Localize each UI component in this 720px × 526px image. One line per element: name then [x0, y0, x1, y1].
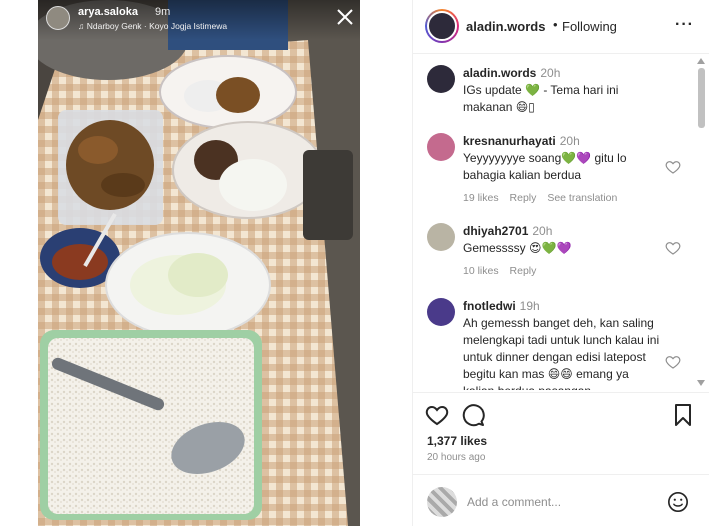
comment-input[interactable]	[467, 493, 647, 511]
comment-likes[interactable]: 19 likes	[463, 192, 499, 204]
comment-icon[interactable]	[461, 403, 485, 427]
story-username[interactable]: arya.saloka	[78, 6, 138, 18]
comment-text: Ah gemessh banget deh, kan saling meleng…	[463, 316, 660, 390]
avatar[interactable]	[427, 65, 455, 93]
following-button[interactable]: Following	[562, 19, 617, 34]
avatar[interactable]	[427, 298, 455, 326]
comment-meta: 19 likes Reply See translation	[463, 190, 663, 207]
comment-text: Gemessssy 😍💚💜	[463, 241, 572, 255]
heart-icon[interactable]	[665, 354, 681, 370]
scroll-thumb[interactable]	[698, 68, 705, 128]
comment-username[interactable]: fnotledwi	[463, 299, 516, 313]
scroll-down-icon[interactable]	[697, 380, 705, 386]
scrollbar[interactable]	[695, 58, 707, 388]
story-header: arya.saloka 9m ♫ Ndarboy Genk · Koyo Jog…	[38, 0, 360, 40]
avatar[interactable]	[427, 223, 455, 251]
comment-time: 20h	[559, 134, 580, 148]
reply-button[interactable]: Reply	[510, 192, 537, 204]
comment-username[interactable]: aladin.words	[463, 66, 536, 80]
list-item: dhiyah2701 20h Gemessssy 😍💚💜 10 likes Rep…	[413, 223, 693, 283]
comment-text: Yeyyyyyyye soang💚💜 gitu lo bahagia kalia…	[463, 151, 627, 182]
post-actions: 1,377 likes 20 hours ago	[413, 392, 709, 472]
comment-time: 20h	[540, 66, 561, 80]
comment-meta: 10 likes Reply	[463, 263, 663, 280]
close-icon[interactable]	[336, 8, 354, 26]
post-header: aladin.words • Following ···	[413, 0, 709, 54]
list-item: fnotledwi 19h Ah gemessh banget deh, kan …	[413, 298, 693, 390]
comment-username[interactable]: kresnanurhayati	[463, 134, 556, 148]
music-icon: ♫	[78, 21, 87, 31]
separator-dot: •	[553, 17, 558, 32]
caption-comment: aladin.words 20h IGs update 💚 - Tema hari…	[413, 65, 693, 125]
story-music-text: Ndarboy Genk · Koyo Jogja Istimewa	[86, 21, 228, 31]
comment-likes[interactable]: 10 likes	[463, 265, 499, 277]
story-photo	[38, 0, 360, 526]
emoji-icon[interactable]	[667, 491, 689, 513]
add-comment-bar	[413, 474, 709, 526]
more-options-icon[interactable]: ···	[675, 16, 695, 36]
story-music-label[interactable]: ♫ Ndarboy Genk · Koyo Jogja Istimewa	[78, 21, 227, 31]
scroll-up-icon[interactable]	[697, 58, 705, 64]
bookmark-icon[interactable]	[671, 403, 695, 427]
reply-button[interactable]: Reply	[510, 265, 537, 277]
comment-time: 19h	[519, 299, 540, 313]
likes-count[interactable]: 1,377 likes	[427, 434, 487, 448]
comment-list[interactable]: aladin.words 20h IGs update 💚 - Tema hari…	[413, 55, 709, 390]
story-viewer[interactable]: arya.saloka 9m ♫ Ndarboy Genk · Koyo Jog…	[38, 0, 360, 526]
avatar[interactable]	[425, 9, 459, 43]
comment-username[interactable]: dhiyah2701	[463, 224, 528, 238]
post-panel: aladin.words • Following ··· aladin.word…	[412, 0, 709, 526]
heart-icon[interactable]	[665, 159, 681, 175]
post-username[interactable]: aladin.words	[466, 19, 545, 34]
story-avatar[interactable]	[46, 6, 70, 30]
avatar[interactable]	[427, 133, 455, 161]
comment-text: IGs update 💚 - Tema hari ini makanan 😄▯	[463, 83, 619, 114]
post-timestamp: 20 hours ago	[427, 452, 486, 463]
list-item: kresnanurhayati 20h Yeyyyyyyye soang💚💜 gi…	[413, 133, 693, 213]
heart-icon[interactable]	[665, 240, 681, 256]
comment-time: 20h	[532, 224, 553, 238]
heart-icon[interactable]	[425, 403, 449, 427]
avatar	[427, 487, 457, 517]
story-time: 9m	[155, 6, 171, 18]
see-translation-button[interactable]: See translation	[547, 192, 617, 204]
